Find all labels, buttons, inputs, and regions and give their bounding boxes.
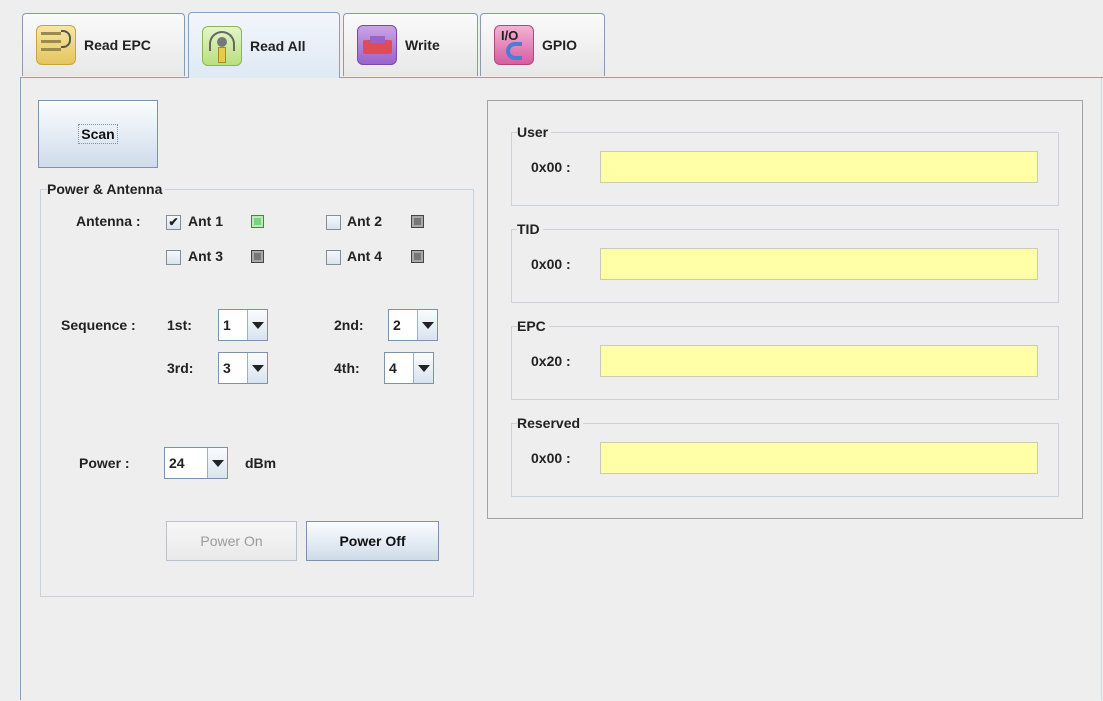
ant-4-label: Ant 4 bbox=[347, 248, 382, 264]
reserved-bank-field[interactable] bbox=[600, 442, 1038, 474]
power-antenna-title: Power & Antenna bbox=[47, 181, 166, 197]
sequence-1st-select[interactable]: 1 bbox=[218, 309, 268, 341]
sequence-1st-value: 1 bbox=[223, 317, 231, 333]
chevron-down-icon[interactable] bbox=[247, 310, 267, 340]
power-value: 24 bbox=[169, 455, 185, 471]
power-off-button[interactable]: Power Off bbox=[306, 521, 439, 561]
tab-read-epc[interactable]: Read EPC bbox=[22, 13, 185, 76]
tid-bank-address: 0x00 : bbox=[531, 256, 571, 272]
tid-bank-title: TID bbox=[517, 221, 543, 237]
sequence-3rd-label: 3rd: bbox=[167, 360, 194, 376]
tab-write-label: Write bbox=[405, 37, 440, 53]
user-bank-address: 0x00 : bbox=[531, 159, 571, 175]
sequence-3rd-select[interactable]: 3 bbox=[218, 352, 268, 384]
scan-button[interactable]: Scan bbox=[38, 100, 158, 168]
power-off-button-label: Power Off bbox=[339, 533, 406, 549]
sequence-label: Sequence : bbox=[61, 317, 136, 333]
reserved-bank-title: Reserved bbox=[517, 415, 584, 431]
ant-2-status-led bbox=[411, 215, 424, 228]
sequence-2nd-value: 2 bbox=[393, 317, 401, 333]
chevron-down-icon[interactable] bbox=[207, 448, 227, 478]
ant-3-status-led bbox=[251, 250, 264, 263]
power-unit-label: dBm bbox=[245, 455, 277, 471]
ant-1-status-led bbox=[251, 215, 264, 228]
ant-1-label: Ant 1 bbox=[188, 213, 223, 229]
ant-1-checkbox[interactable]: ✔ bbox=[166, 215, 181, 230]
tab-gpio-label: GPIO bbox=[542, 37, 578, 53]
ant-4-checkbox[interactable] bbox=[326, 250, 341, 265]
tab-read-epc-label: Read EPC bbox=[84, 37, 151, 53]
user-bank-field[interactable] bbox=[600, 151, 1038, 183]
ant-2-checkbox[interactable] bbox=[326, 215, 341, 230]
epc-bank-field[interactable] bbox=[600, 345, 1038, 377]
ant-3-label: Ant 3 bbox=[188, 248, 223, 264]
power-select[interactable]: 24 bbox=[164, 447, 228, 479]
ant-3-checkbox[interactable] bbox=[166, 250, 181, 265]
sequence-3rd-value: 3 bbox=[223, 360, 231, 376]
ant-2-label: Ant 2 bbox=[347, 213, 382, 229]
epc-bank-address: 0x20 : bbox=[531, 353, 571, 369]
tab-write[interactable]: Write bbox=[343, 13, 478, 76]
power-on-button[interactable]: Power On bbox=[166, 521, 297, 561]
chevron-down-icon[interactable] bbox=[413, 353, 433, 383]
sequence-4th-label: 4th: bbox=[334, 360, 360, 376]
antenna-label: Antenna : bbox=[76, 213, 141, 229]
sequence-2nd-select[interactable]: 2 bbox=[388, 309, 438, 341]
ant-4-status-led bbox=[411, 250, 424, 263]
power-on-button-label: Power On bbox=[200, 533, 263, 549]
power-label: Power : bbox=[79, 455, 130, 471]
user-bank-title: User bbox=[517, 124, 552, 140]
epc-bank-title: EPC bbox=[517, 318, 549, 334]
io-icon: I/O bbox=[494, 25, 534, 65]
chevron-down-icon[interactable] bbox=[247, 353, 267, 383]
sequence-2nd-label: 2nd: bbox=[334, 317, 364, 333]
sequence-4th-value: 4 bbox=[389, 360, 397, 376]
reserved-bank-address: 0x00 : bbox=[531, 450, 571, 466]
io-icon-text: I/O bbox=[501, 28, 519, 43]
tab-read-all[interactable]: Read All bbox=[188, 12, 340, 78]
tab-gpio[interactable]: I/O GPIO bbox=[480, 13, 605, 76]
chevron-down-icon[interactable] bbox=[417, 310, 437, 340]
sequence-1st-label: 1st: bbox=[167, 317, 192, 333]
scan-button-label: Scan bbox=[78, 124, 118, 144]
write-tag-icon bbox=[357, 25, 397, 65]
rfid-tag-icon bbox=[36, 25, 76, 65]
antenna-signal-icon bbox=[202, 25, 242, 66]
tid-bank-field[interactable] bbox=[600, 248, 1038, 280]
sequence-4th-select[interactable]: 4 bbox=[384, 352, 434, 384]
tab-read-all-label: Read All bbox=[250, 37, 306, 54]
